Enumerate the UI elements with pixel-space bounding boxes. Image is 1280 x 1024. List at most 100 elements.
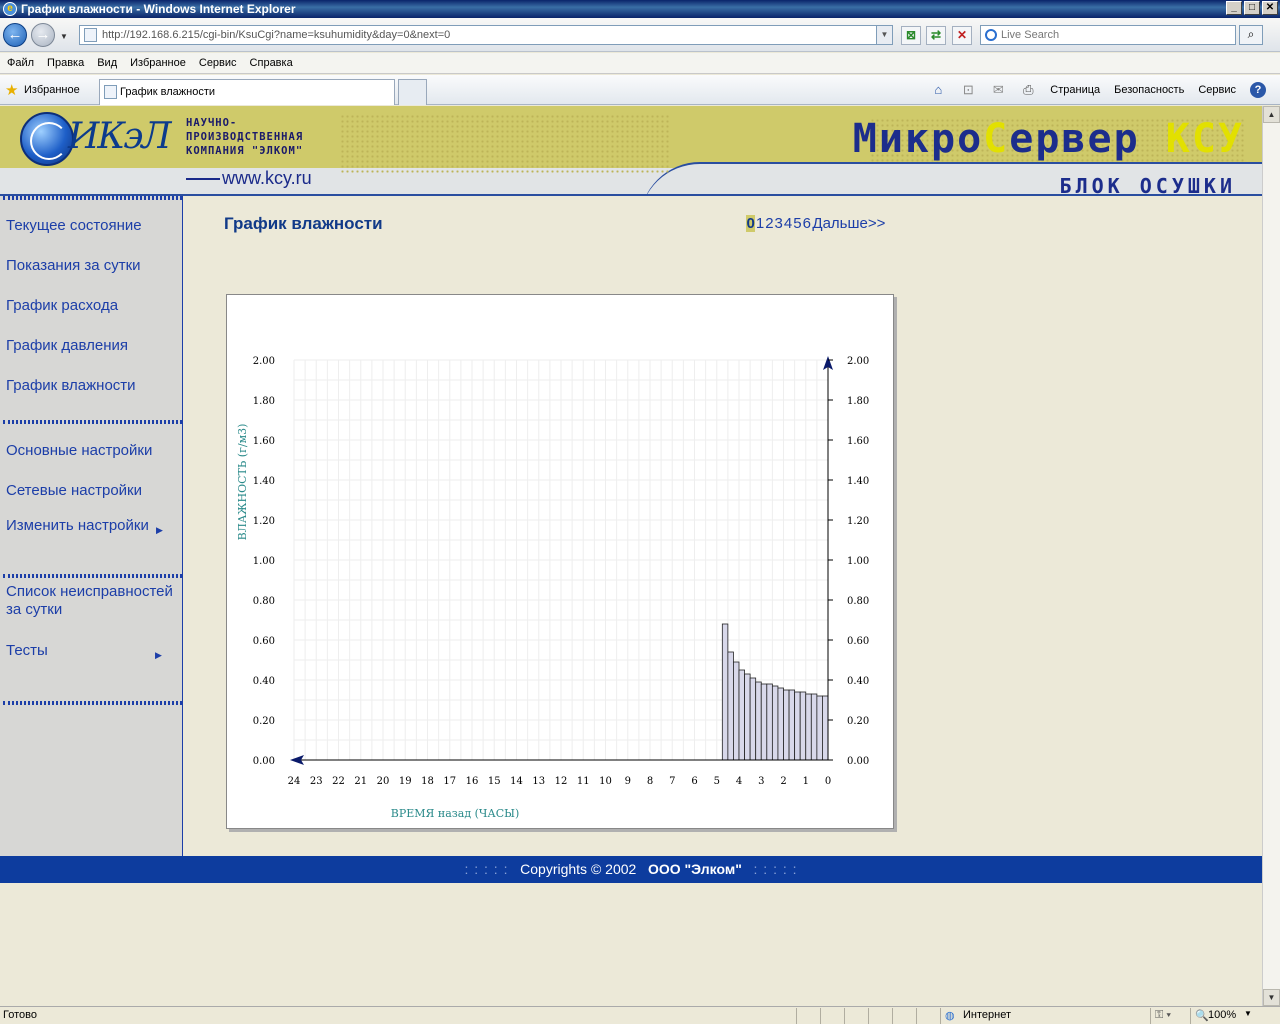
stop-button[interactable]: ✕ xyxy=(952,26,972,45)
sidebar-item-tests[interactable]: Тесты ▶ xyxy=(6,642,166,660)
new-tab-button[interactable] xyxy=(398,79,427,105)
scroll-up-icon[interactable]: ▲ xyxy=(1263,106,1280,123)
zoom-dropdown-icon[interactable]: ▼ xyxy=(1244,1009,1252,1018)
help-icon[interactable]: ? xyxy=(1250,82,1266,98)
compatibility-icon[interactable]: ⊠ xyxy=(901,26,921,45)
home-icon[interactable]: ⌂ xyxy=(930,82,946,98)
x-tick-label: 16 xyxy=(466,776,479,787)
status-divider xyxy=(820,1008,821,1024)
sidebar-item-current-state[interactable]: Текущее состояние xyxy=(6,217,142,235)
chart-bar xyxy=(733,661,740,761)
product-title-part-2: С xyxy=(983,116,1010,162)
scroll-down-icon[interactable]: ▼ xyxy=(1263,989,1280,1006)
minimize-button[interactable]: _ xyxy=(1226,1,1242,15)
y-tick-label-right: 0.00 xyxy=(847,756,869,767)
ie-logo-icon: e xyxy=(3,2,17,16)
command-bar: ⌂ ⊡ ✉ ⎙ Страница Безопасность Сервис ? xyxy=(930,82,1266,98)
page-icon xyxy=(84,28,97,42)
address-url: http://192.168.6.215/cgi-bin/KsuCgi?name… xyxy=(102,29,451,41)
day-link-5[interactable]: 5 xyxy=(793,215,802,232)
page-footer: : : : : : Copyrights © 2002 ООО "Элком" … xyxy=(0,856,1262,883)
search-button[interactable]: ⌕ xyxy=(1239,25,1263,45)
address-dropdown-icon[interactable]: ▼ xyxy=(876,26,892,44)
header-dot-pattern xyxy=(340,114,670,174)
print-icon[interactable]: ⎙ xyxy=(1020,82,1036,98)
close-button[interactable]: ✕ xyxy=(1262,1,1278,15)
day-link-1[interactable]: 1 xyxy=(755,215,764,232)
window-title: График влажности - Windows Internet Expl… xyxy=(21,2,296,16)
x-tick-label: 12 xyxy=(555,776,568,787)
sidebar-item-humidity-chart[interactable]: График влажности xyxy=(6,377,136,395)
status-zone: Интернет xyxy=(963,1009,1011,1021)
status-text: Готово xyxy=(3,1009,37,1021)
x-tick-label: 17 xyxy=(443,776,456,787)
page-menu[interactable]: Страница xyxy=(1050,84,1100,96)
menu-favorites[interactable]: Избранное xyxy=(124,57,193,69)
day-link-2[interactable]: 2 xyxy=(765,215,774,232)
y-tick-label-left: 0.20 xyxy=(253,716,275,727)
address-input[interactable]: http://192.168.6.215/cgi-bin/KsuCgi?name… xyxy=(79,25,893,45)
next-link[interactable]: Дальше>> xyxy=(812,215,885,232)
footer-dots-left: : : : : : xyxy=(464,861,509,877)
product-title-part-1: Микро xyxy=(852,116,984,162)
favorites-star-icon[interactable]: ★ xyxy=(5,81,18,99)
x-tick-label: 19 xyxy=(399,776,412,787)
security-menu[interactable]: Безопасность xyxy=(1114,84,1184,96)
sidebar-item-change-settings-label: Изменить настройки xyxy=(6,517,149,534)
vertical-scrollbar[interactable]: ▲ ▼ xyxy=(1262,106,1280,1006)
service-menu[interactable]: Сервис xyxy=(1198,84,1236,96)
website-link[interactable]: www.kcy.ru xyxy=(186,168,312,189)
day-link-6[interactable]: 6 xyxy=(802,215,811,232)
sidebar-item-pressure-chart[interactable]: График давления xyxy=(6,337,128,355)
history-dropdown-icon[interactable]: ▼ xyxy=(60,32,68,41)
day-link-3[interactable]: 3 xyxy=(774,215,783,232)
browser-tab[interactable]: График влажности xyxy=(99,79,395,105)
x-tick-label: 13 xyxy=(532,776,545,787)
sidebar-item-flow-chart[interactable]: График расхода xyxy=(6,297,118,315)
y-tick-label-left: 0.00 xyxy=(253,756,275,767)
feeds-icon[interactable]: ⊡ xyxy=(960,82,976,98)
x-tick-label: 6 xyxy=(691,776,697,787)
menu-file[interactable]: Файл xyxy=(1,57,41,69)
search-input[interactable]: Live Search xyxy=(980,25,1236,45)
back-button[interactable]: ← xyxy=(3,23,27,47)
sidebar-item-main-settings[interactable]: Основные настройки xyxy=(6,442,152,460)
y-tick-label-left: 0.40 xyxy=(253,676,275,687)
sidebar-item-fault-list[interactable]: Список неисправностей за сутки xyxy=(6,583,178,619)
sidebar-separator xyxy=(3,574,182,578)
submenu-arrow-icon: ▶ xyxy=(155,650,162,660)
y-tick-label-left: 1.40 xyxy=(253,476,275,487)
x-tick-label: 7 xyxy=(669,776,675,787)
x-tick-label: 24 xyxy=(288,776,301,787)
protected-mode-icon[interactable]: ⚿ ▾ xyxy=(1155,1009,1171,1022)
refresh-button[interactable]: ⇄ xyxy=(926,26,946,45)
favorites-button[interactable]: Избранное xyxy=(24,84,80,96)
menu-edit[interactable]: Правка xyxy=(41,57,91,69)
day-link-4[interactable]: 4 xyxy=(783,215,792,232)
chart-bar xyxy=(777,687,784,761)
menu-view[interactable]: Вид xyxy=(91,57,124,69)
zoom-level[interactable]: 100% xyxy=(1208,1009,1236,1021)
chart-bar xyxy=(738,669,745,761)
forward-button[interactable]: → xyxy=(31,23,55,47)
chart-bar xyxy=(760,683,768,761)
sidebar-item-network-settings[interactable]: Сетевые настройки xyxy=(6,482,142,500)
chart-bar xyxy=(788,689,796,761)
window-titlebar: e График влажности - Windows Internet Ex… xyxy=(0,0,1280,18)
x-tick-label: 20 xyxy=(377,776,390,787)
y-tick-label-left: 1.20 xyxy=(253,516,275,527)
sidebar-item-daily-readings[interactable]: Показания за сутки xyxy=(6,257,141,275)
status-divider xyxy=(796,1008,797,1024)
mail-icon[interactable]: ✉ xyxy=(990,82,1006,98)
product-title-part-4: КСУ xyxy=(1165,116,1244,162)
day-link-0[interactable]: 0 xyxy=(746,215,756,232)
menu-tools[interactable]: Сервис xyxy=(193,57,244,69)
x-tick-label: 9 xyxy=(625,776,631,787)
sidebar-item-change-settings[interactable]: Изменить настройки ▶ xyxy=(6,517,163,535)
x-tick-label: 3 xyxy=(758,776,764,787)
sidebar: Текущее состояние Показания за сутки Гра… xyxy=(0,196,183,856)
status-divider xyxy=(916,1008,917,1024)
menu-help[interactable]: Справка xyxy=(244,57,300,69)
maximize-button[interactable]: □ xyxy=(1244,1,1260,15)
internet-zone-icon: ◍ xyxy=(945,1010,955,1022)
